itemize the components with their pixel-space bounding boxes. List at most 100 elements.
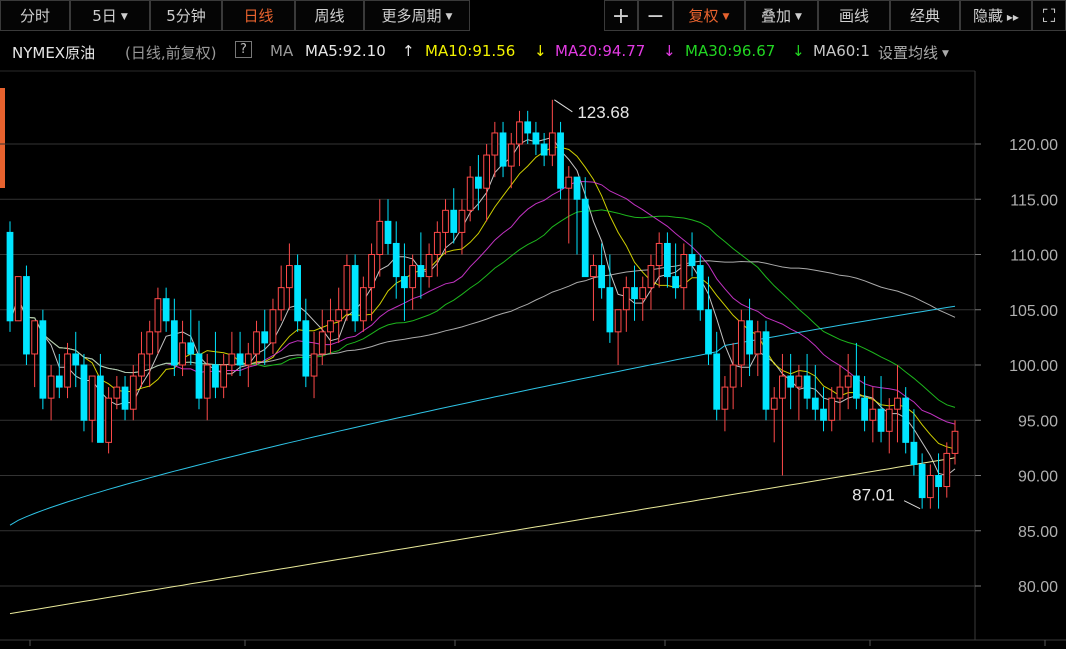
- y-tick-label: 85.00: [1018, 524, 1058, 541]
- candle-body: [581, 198, 589, 278]
- ma5-line: [9, 136, 956, 477]
- candle-body: [409, 265, 417, 289]
- candle-body: [318, 331, 326, 355]
- candlestick-chart[interactable]: 120.00 115.00 110.00 105.00 100.00 95.00 90.00…: [0, 0, 1066, 649]
- candle-body: [236, 353, 244, 366]
- ma20-line: [9, 181, 956, 425]
- candle-body: [97, 375, 104, 443]
- y-tick-label: 115.00: [1010, 192, 1058, 209]
- candle-body: [417, 265, 425, 278]
- candle-body: [943, 452, 951, 488]
- candle-body: [557, 132, 564, 189]
- candle-body: [770, 397, 778, 410]
- candle-body: [154, 298, 162, 333]
- candle-body: [696, 265, 704, 311]
- candle-body: [532, 132, 540, 145]
- candle-body: [688, 254, 696, 267]
- candle-body: [121, 386, 129, 410]
- candle-body: [425, 254, 433, 278]
- candle-body: [811, 397, 819, 410]
- candle-body: [384, 220, 392, 244]
- candle-body: [6, 231, 14, 322]
- ma30-line: [9, 209, 956, 408]
- candle-body: [935, 475, 942, 488]
- candle-body: [113, 386, 121, 399]
- candle-body: [861, 397, 868, 421]
- y-tick-label: 110.00: [1010, 248, 1058, 265]
- candle-body: [302, 320, 310, 377]
- candle-body: [129, 375, 137, 410]
- ma250-line: [9, 457, 956, 615]
- ma60-line: [9, 260, 956, 374]
- candle-body: [779, 375, 786, 399]
- candle-body: [327, 320, 334, 333]
- candle-body: [72, 353, 80, 366]
- candle-body: [910, 441, 918, 465]
- candle-body: [64, 353, 71, 388]
- candle-body: [787, 375, 795, 388]
- candle-body: [729, 364, 737, 388]
- candle-body: [244, 353, 252, 366]
- candle-body: [548, 132, 556, 156]
- y-tick-label: 105.00: [1009, 303, 1058, 320]
- candle-body: [672, 276, 679, 289]
- candle-body: [55, 375, 63, 388]
- candle-body: [286, 265, 293, 289]
- candle-body: [39, 320, 47, 399]
- candle-body: [499, 132, 507, 167]
- candle-body: [573, 176, 581, 200]
- candle-body: [483, 154, 490, 189]
- candle-body: [516, 121, 523, 145]
- y-tick-label: 80.00: [1018, 579, 1058, 596]
- candle-body: [828, 397, 836, 421]
- y-tick-label: 95.00: [1018, 413, 1058, 430]
- candle-body: [335, 309, 343, 322]
- candle-body: [853, 375, 860, 399]
- candle-body: [351, 265, 359, 322]
- candle-body: [926, 475, 934, 499]
- candle-body: [187, 342, 195, 355]
- candle-body: [376, 220, 384, 256]
- candle-body: [639, 287, 647, 300]
- high-arrow: [554, 99, 573, 113]
- candle-body: [146, 331, 154, 355]
- candle-body: [664, 242, 671, 278]
- candle-body: [80, 364, 88, 421]
- candle-body: [844, 375, 852, 388]
- candle-body: [392, 242, 400, 278]
- candle-body: [228, 353, 236, 366]
- candle-body: [269, 309, 277, 344]
- candle-body: [212, 364, 219, 388]
- low-annotation: 87.01: [852, 486, 895, 505]
- candle-body: [721, 386, 729, 410]
- candle-body: [14, 276, 22, 322]
- candle-body: [162, 298, 170, 322]
- candle-body: [401, 276, 408, 289]
- candle-body: [869, 408, 877, 421]
- candle-body: [310, 353, 318, 377]
- candle-body: [902, 397, 910, 443]
- candle-body: [277, 287, 285, 311]
- candle-body: [951, 430, 959, 454]
- candle-body: [754, 331, 762, 355]
- candle-body: [138, 353, 145, 377]
- candle-body: [803, 375, 811, 399]
- candle-body: [195, 353, 203, 399]
- candle-body: [261, 331, 269, 344]
- candle-body: [524, 121, 532, 134]
- candle-body: [885, 408, 893, 432]
- candle-body: [294, 265, 301, 322]
- candle-body: [877, 408, 885, 432]
- y-tick-label: 90.00: [1018, 469, 1058, 486]
- candle-body: [631, 287, 638, 300]
- candle-body: [795, 375, 803, 388]
- candle-body: [458, 209, 466, 233]
- candle-body: [680, 254, 688, 289]
- candle-body: [359, 287, 367, 322]
- candle-body: [507, 143, 515, 167]
- candle-body: [918, 463, 926, 499]
- candle-body: [170, 320, 178, 366]
- candle-body: [590, 265, 597, 278]
- candle-body: [622, 287, 630, 311]
- candle-body: [203, 364, 211, 399]
